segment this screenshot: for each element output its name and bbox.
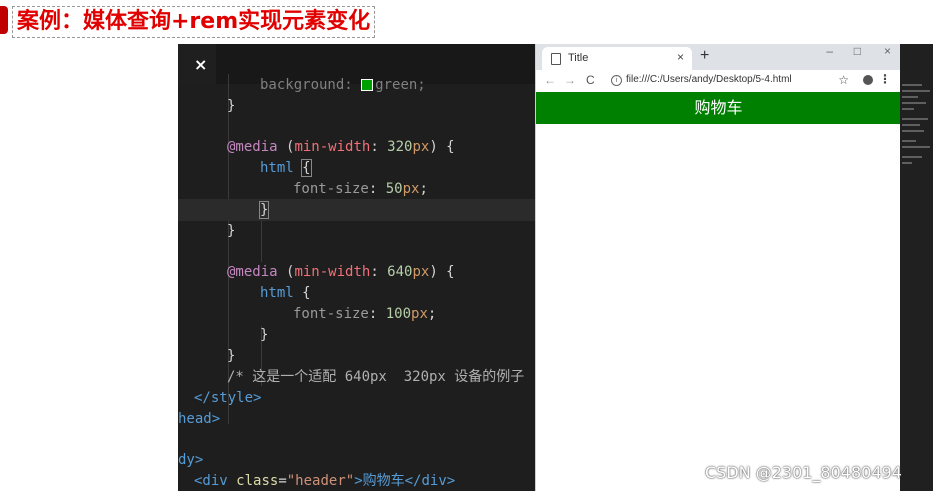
code-token: </style>	[194, 390, 262, 406]
browser-window: Title × + – □ × ← → C i file:///C:/Users…	[535, 44, 901, 491]
code-token: background:	[260, 77, 362, 93]
code-line: font-size: 50px;	[293, 178, 535, 200]
account-icon[interactable]	[863, 75, 873, 85]
minimap-line	[902, 96, 918, 98]
code-token: html	[260, 285, 294, 301]
minimap-line	[902, 140, 916, 142]
code-line-active: }	[178, 199, 535, 221]
minimap-line	[902, 156, 922, 158]
tab-close-icon[interactable]: ×	[677, 50, 684, 64]
minimap-line	[902, 108, 914, 110]
minimize-icon[interactable]: –	[826, 44, 833, 58]
code-comment: /* 这是一个适配 640px 320px 设备的例子	[227, 369, 525, 385]
code-token: ;	[419, 181, 428, 197]
code-token: @media	[227, 139, 278, 155]
code-token: ) {	[429, 139, 455, 155]
info-icon[interactable]: i	[611, 75, 622, 86]
code-line: }	[227, 95, 535, 117]
address-bar[interactable]: file:///C:/Users/andy/Desktop/5-4.html	[626, 74, 792, 85]
code-token: 320	[387, 139, 413, 155]
minimap-line	[902, 102, 926, 104]
bookmark-star-icon[interactable]: ☆	[838, 73, 849, 87]
minimap-line	[902, 90, 930, 92]
code-line: html {	[260, 282, 535, 304]
reload-icon[interactable]: C	[586, 73, 595, 87]
code-token: html	[260, 160, 294, 176]
code-token: @media	[227, 264, 278, 280]
minimap-line	[902, 146, 930, 148]
code-editor[interactable]: × background: green; } @media (min-width…	[178, 44, 535, 491]
code-token: {	[293, 285, 311, 301]
maximize-icon[interactable]: □	[854, 44, 861, 58]
code-line: dy>	[178, 449, 535, 471]
minimap-line	[902, 84, 922, 86]
code-line: <div class="header">购物车</div>	[194, 470, 535, 491]
code-token: "header"	[286, 473, 355, 489]
code-line: /* 这是一个适配 640px 320px 设备的例子	[227, 366, 535, 388]
browser-tab[interactable]: Title ×	[542, 47, 692, 70]
code-token: {	[301, 159, 312, 177]
code-token: 640	[387, 264, 413, 280]
code-token: px	[412, 139, 430, 155]
code-token: 100	[385, 306, 412, 322]
code-token: ) {	[429, 264, 455, 280]
code-token: px	[411, 306, 428, 322]
code-line: head>	[178, 408, 535, 430]
code-token: }	[227, 348, 236, 364]
code-token: :	[368, 306, 386, 322]
code-token: px	[412, 264, 430, 280]
color-swatch-icon	[361, 79, 374, 91]
code-line: </style>	[194, 387, 535, 409]
code-token: px	[402, 181, 420, 197]
editor-close-icon[interactable]: ×	[194, 55, 207, 74]
browser-titlebar: Title × + – □ ×	[536, 44, 901, 70]
watermark: CSDN @2301_80480494	[705, 463, 902, 482]
code-token: head>	[178, 411, 221, 427]
code-token: green;	[375, 77, 426, 93]
code-token: font-size	[293, 306, 369, 322]
window-close-icon[interactable]: ×	[884, 44, 891, 58]
editor-minimap[interactable]	[900, 44, 933, 491]
page-icon	[551, 53, 561, 65]
code-token: }	[260, 327, 269, 343]
code-token: min-width	[294, 264, 371, 280]
code-token: font-size	[293, 181, 369, 197]
code-token: 50	[385, 181, 403, 197]
code-token: min-width	[294, 139, 371, 155]
slide-title: 案例：媒体查询+rem实现元素变化	[12, 6, 376, 38]
new-tab-button[interactable]: +	[700, 47, 709, 65]
minimap-line	[902, 130, 924, 132]
code-line: }	[260, 324, 535, 346]
code-line: @media (min-width: 320px) {	[227, 136, 535, 158]
minimap-line	[902, 118, 928, 120]
code-line: }	[227, 220, 535, 242]
minimap-line	[902, 124, 920, 126]
code-token: dy>	[178, 452, 204, 468]
minimap-line	[902, 162, 912, 164]
tab-title: Title	[568, 52, 589, 64]
code-area[interactable]: background: green; } @media (min-width: …	[178, 74, 535, 491]
code-token: :	[370, 139, 388, 155]
code-line: }	[227, 345, 535, 367]
code-token: ;	[427, 306, 437, 322]
code-token: }	[258, 201, 270, 219]
code-line: html {	[260, 157, 535, 179]
code-line: font-size: 100px;	[293, 303, 535, 325]
code-token: }	[227, 98, 236, 114]
code-token: >购物车</div>	[354, 473, 456, 489]
menu-icon[interactable]: ⋮	[879, 72, 891, 86]
slide-accent-bar	[0, 6, 8, 34]
browser-toolbar: ← → C i file:///C:/Users/andy/Desktop/5-…	[536, 70, 901, 93]
code-token: =	[278, 473, 287, 489]
code-line: background: green;	[260, 74, 535, 96]
back-icon[interactable]: ←	[544, 73, 556, 87]
code-token: :	[370, 264, 388, 280]
page-header: 购物车	[536, 92, 901, 124]
code-line: @media (min-width: 640px) {	[227, 261, 535, 283]
code-token: }	[227, 223, 236, 239]
code-token: :	[368, 181, 386, 197]
code-token: class	[236, 473, 279, 489]
forward-icon[interactable]: →	[564, 73, 576, 87]
code-token: <div	[194, 473, 237, 489]
